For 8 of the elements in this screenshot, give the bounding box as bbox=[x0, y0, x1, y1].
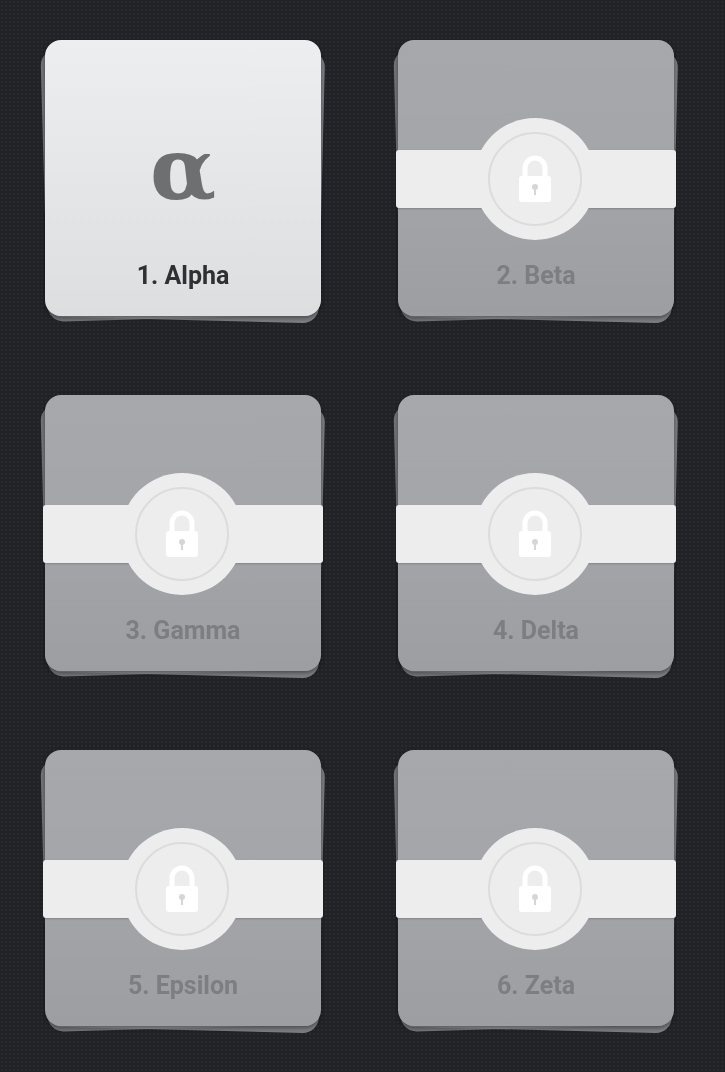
lock-icon bbox=[517, 155, 553, 203]
lock-icon bbox=[517, 865, 553, 913]
alpha-symbol: α bbox=[149, 126, 217, 212]
lock-icon bbox=[164, 510, 200, 558]
level-card[interactable]: α 1. Alpha bbox=[45, 40, 321, 316]
level-label: 1. Alpha bbox=[136, 261, 230, 290]
lock-icon bbox=[164, 865, 200, 913]
lock-icon bbox=[517, 510, 553, 558]
